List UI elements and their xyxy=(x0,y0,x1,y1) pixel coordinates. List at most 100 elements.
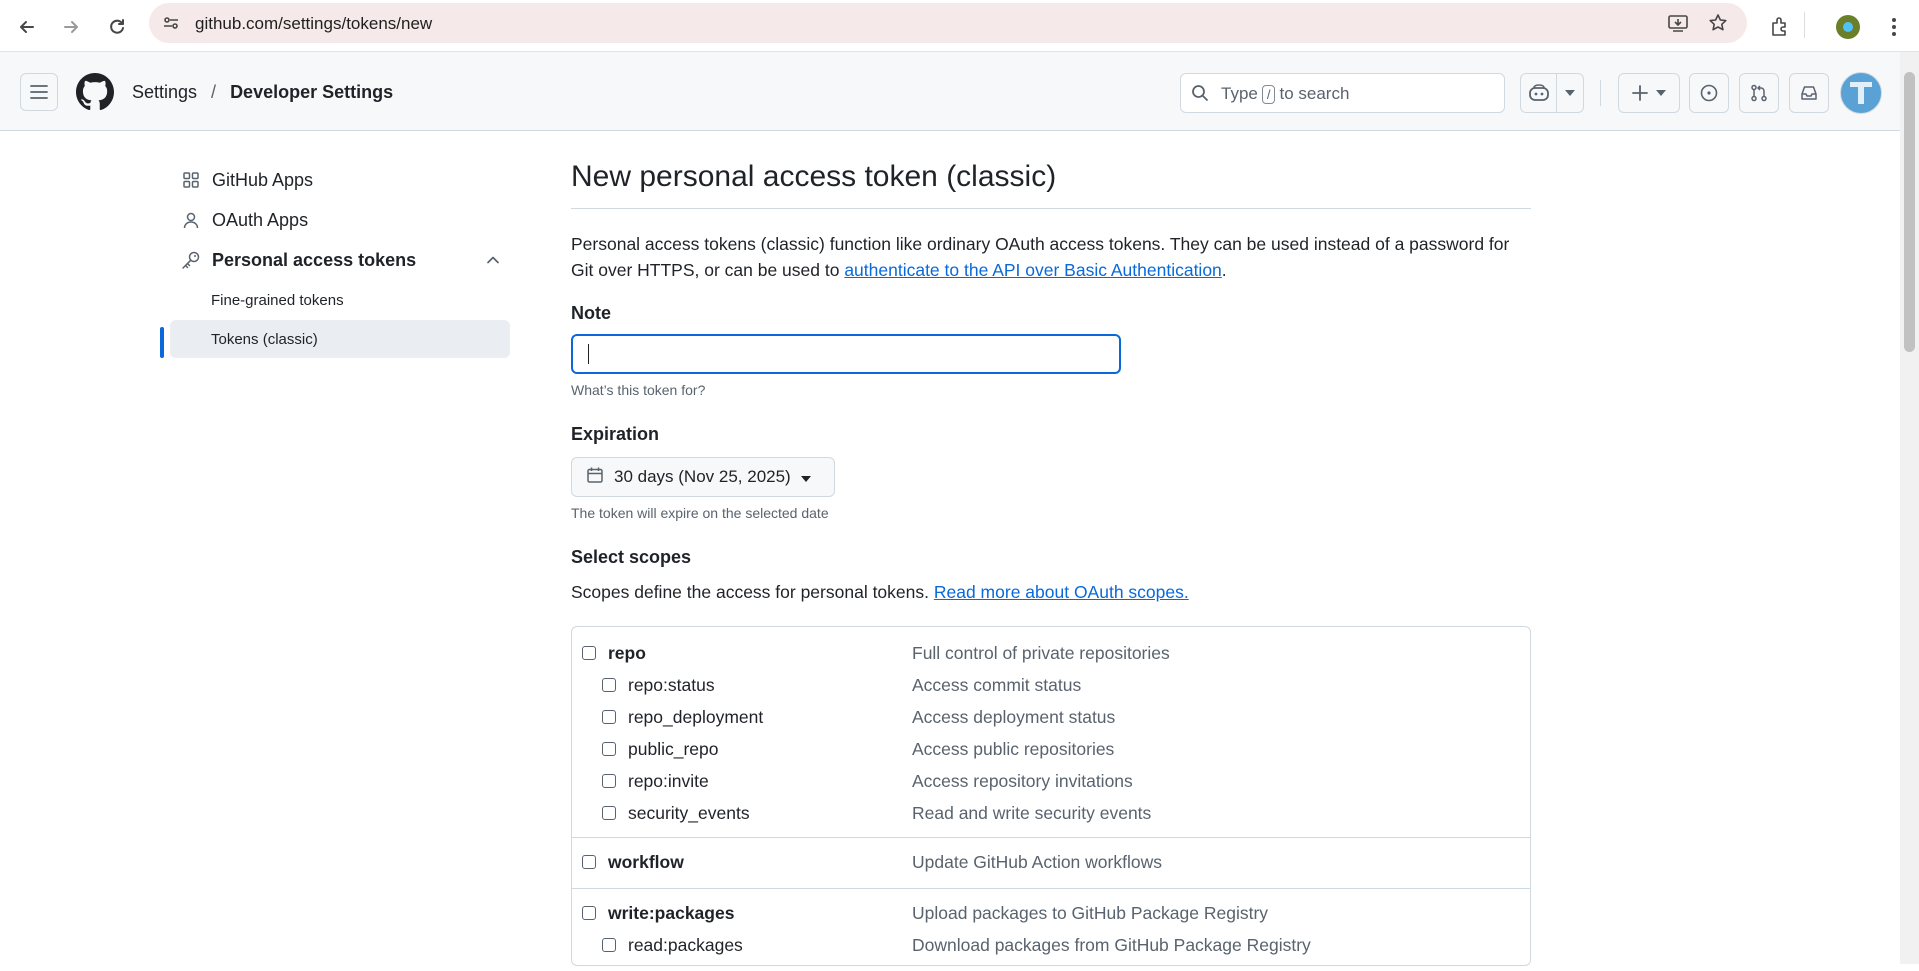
address-bar[interactable]: github.com/settings/tokens/new xyxy=(149,3,1747,43)
search-prefix: Type xyxy=(1221,84,1258,103)
basic-auth-link[interactable]: authenticate to the API over Basic Authe… xyxy=(844,260,1221,280)
issue-opened-icon xyxy=(1700,84,1718,102)
header-divider xyxy=(1600,80,1601,106)
breadcrumb: Settings / Developer Settings xyxy=(132,82,393,103)
scope-description: Read and write security events xyxy=(912,802,1152,823)
scope-description: Download packages from GitHub Package Re… xyxy=(912,934,1311,955)
scope-name: public_repo xyxy=(628,738,719,759)
scope-row-repo-status: repo:status Access commit status xyxy=(572,669,1530,701)
menu-button[interactable] xyxy=(20,73,58,111)
inbox-button[interactable] xyxy=(1789,73,1829,113)
browser-toolbar: github.com/settings/tokens/new xyxy=(0,0,1919,52)
user-avatar[interactable] xyxy=(1840,72,1882,114)
scope-description: Access deployment status xyxy=(912,706,1116,727)
github-logo-icon[interactable] xyxy=(76,73,114,116)
forward-arrow-icon xyxy=(64,21,78,33)
search-suffix: to search xyxy=(1279,84,1350,103)
chevron-down-icon xyxy=(1656,90,1666,96)
scope-checkbox-repo[interactable] xyxy=(582,646,596,660)
calendar-icon xyxy=(586,466,604,489)
scope-row-repo-invite: repo:invite Access repository invitation… xyxy=(572,765,1530,797)
search-icon xyxy=(1191,84,1209,107)
select-scopes-label: Select scopes xyxy=(571,547,692,567)
sidebar-item-fine-grained-tokens[interactable]: Fine-grained tokens xyxy=(170,281,510,319)
scopes-description-text: Scopes define the access for personal to… xyxy=(571,582,934,602)
scope-checkbox-workflow[interactable] xyxy=(582,855,596,869)
scope-checkbox-repo-status[interactable] xyxy=(602,678,616,692)
scope-row-read-packages: read:packages Download packages from Git… xyxy=(572,929,1530,961)
expiration-label: Expiration xyxy=(571,424,660,444)
bookmark-star-icon[interactable] xyxy=(1705,11,1731,35)
scope-description: Access repository invitations xyxy=(912,770,1133,791)
forward-button[interactable] xyxy=(52,8,90,46)
person-icon xyxy=(180,211,202,229)
github-header: Settings / Developer Settings Type / to … xyxy=(0,52,1900,131)
git-pull-request-icon xyxy=(1751,84,1767,102)
reload-button[interactable] xyxy=(98,8,136,46)
scrollbar-thumb[interactable] xyxy=(1904,72,1915,352)
back-button[interactable] xyxy=(8,8,46,46)
scope-description: Upload packages to GitHub Package Regist… xyxy=(912,902,1269,923)
sidebar-item-label: GitHub Apps xyxy=(212,169,314,190)
plus-icon xyxy=(1632,85,1648,101)
scope-checkbox-repo-invite[interactable] xyxy=(602,774,616,788)
sidebar-item-tokens-classic[interactable]: Tokens (classic) xyxy=(170,320,510,358)
sidebar-item-oauth-apps[interactable]: OAuth Apps xyxy=(170,200,510,240)
hamburger-icon xyxy=(30,85,48,99)
scope-checkbox-write-packages[interactable] xyxy=(582,906,596,920)
expiration-select[interactable]: 30 days (Nov 25, 2025) xyxy=(571,457,835,497)
sidebar-item-label: Personal access tokens xyxy=(212,249,417,270)
search-shortcut-key: / xyxy=(1261,84,1276,104)
profile-icon xyxy=(1836,15,1860,39)
expiration-value: 30 days (Nov 25, 2025) xyxy=(614,467,791,486)
scope-checkbox-repo-deployment[interactable] xyxy=(602,710,616,724)
sidebar-item-personal-access-tokens[interactable]: Personal access tokens xyxy=(170,240,510,280)
chevron-up-icon[interactable] xyxy=(486,251,500,272)
page-scrollbar[interactable] xyxy=(1900,52,1919,964)
issues-button[interactable] xyxy=(1689,73,1729,113)
reload-icon xyxy=(110,19,124,34)
install-app-icon[interactable] xyxy=(1665,11,1691,35)
pull-requests-button[interactable] xyxy=(1739,73,1779,113)
scope-description: Access commit status xyxy=(912,674,1082,695)
create-new-button[interactable] xyxy=(1618,73,1680,113)
sidebar-active-indicator xyxy=(160,327,164,358)
scope-name: repo_deployment xyxy=(628,706,764,727)
page-description: Personal access tokens (classic) functio… xyxy=(571,231,1531,283)
note-input[interactable] xyxy=(571,334,1121,374)
expiration-hint: The token will expire on the selected da… xyxy=(571,505,829,521)
scope-checkbox-read-packages[interactable] xyxy=(602,938,616,952)
scope-name: repo:status xyxy=(628,674,715,695)
scope-group-workflow: workflow Update GitHub Action workflows xyxy=(572,838,1530,889)
site-settings-icon[interactable] xyxy=(159,11,183,35)
scope-row-repo: repo Full control of private repositorie… xyxy=(572,637,1530,669)
back-arrow-icon xyxy=(20,21,34,33)
note-label: Note xyxy=(571,303,611,323)
copilot-icon xyxy=(1521,84,1556,102)
scope-checkbox-security-events[interactable] xyxy=(602,806,616,820)
scope-description: Update GitHub Action workflows xyxy=(912,851,1162,872)
copilot-button[interactable] xyxy=(1520,73,1584,113)
sidebar-item-github-apps[interactable]: GitHub Apps xyxy=(170,160,510,200)
search-input[interactable]: Type / to search xyxy=(1180,73,1505,113)
key-icon xyxy=(180,250,202,270)
copilot-dropdown-icon[interactable] xyxy=(1557,90,1583,96)
breadcrumb-settings[interactable]: Settings xyxy=(132,82,197,103)
scope-row-security-events: security_events Read and write security … xyxy=(572,797,1530,829)
oauth-scopes-link[interactable]: Read more about OAuth scopes. xyxy=(934,582,1189,602)
browser-menu-icon[interactable] xyxy=(1876,9,1912,45)
scope-checkbox-public-repo[interactable] xyxy=(602,742,616,756)
scopes-description: Scopes define the access for personal to… xyxy=(571,582,1531,603)
main-content: New personal access token (classic) Pers… xyxy=(571,160,1531,603)
scope-name: workflow xyxy=(608,851,684,872)
page-title: New personal access token (classic) xyxy=(571,160,1531,209)
url-text[interactable]: github.com/settings/tokens/new xyxy=(195,14,432,34)
scope-group-repo: repo Full control of private repositorie… xyxy=(572,627,1530,838)
scope-name: read:packages xyxy=(628,934,743,955)
toolbar-divider xyxy=(1804,12,1805,38)
breadcrumb-developer-settings[interactable]: Developer Settings xyxy=(230,82,393,103)
extensions-icon[interactable] xyxy=(1762,9,1798,45)
profile-avatar[interactable] xyxy=(1830,9,1866,45)
scopes-table: repo Full control of private repositorie… xyxy=(571,626,1531,966)
scope-name: repo:invite xyxy=(628,770,709,791)
